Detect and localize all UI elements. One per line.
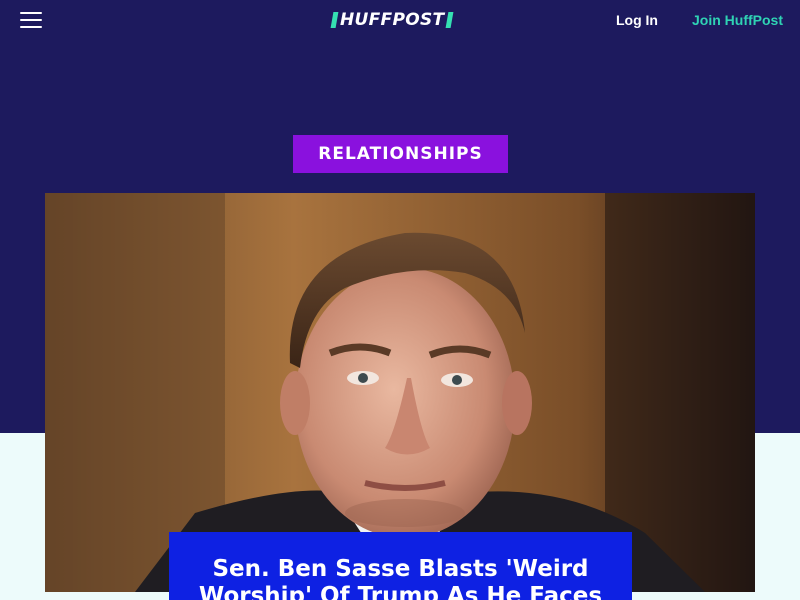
headline-card[interactable]: Sen. Ben Sasse Blasts 'Weird Worship' Of… bbox=[169, 532, 632, 600]
login-link[interactable]: Log In bbox=[616, 12, 658, 28]
logo-text: HUFFPOST bbox=[340, 10, 445, 30]
site-header: HUFFPOST Log In Join HuffPost bbox=[0, 0, 800, 40]
logo-right-bar bbox=[446, 12, 454, 28]
huffpost-logo[interactable]: HUFFPOST bbox=[330, 10, 454, 30]
hamburger-menu-icon[interactable] bbox=[20, 12, 44, 30]
logo-left-bar bbox=[330, 12, 339, 28]
article-headline[interactable]: Sen. Ben Sasse Blasts 'Weird Worship' Of… bbox=[187, 556, 614, 600]
section-tag-relationships[interactable]: RELATIONSHIPS bbox=[293, 135, 508, 173]
join-huffpost-link[interactable]: Join HuffPost bbox=[692, 12, 783, 28]
